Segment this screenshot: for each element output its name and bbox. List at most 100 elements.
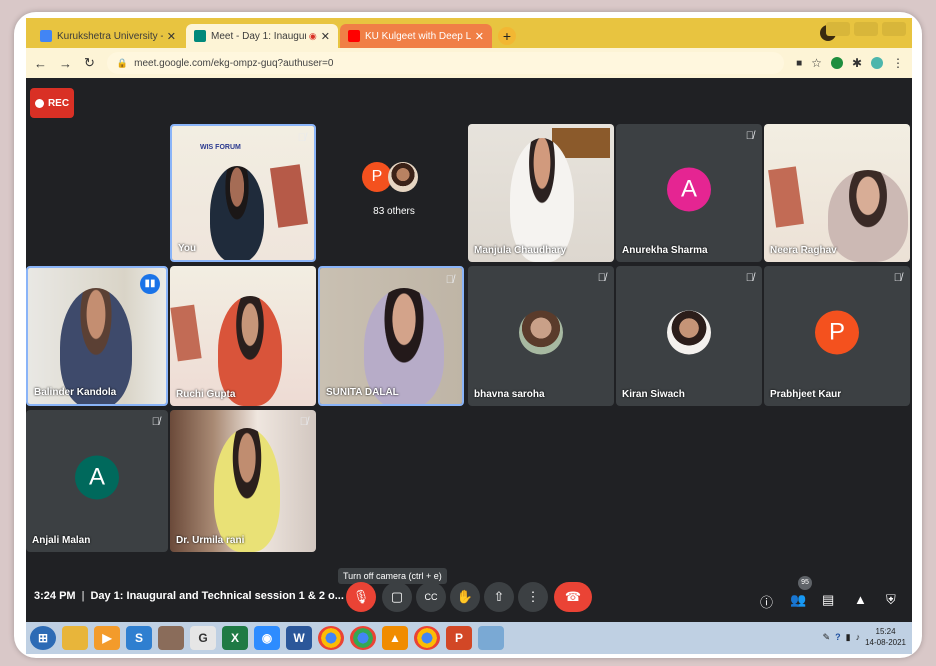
minimize-button[interactable] <box>826 22 850 36</box>
profile-photo-avatar <box>519 310 563 355</box>
powerpoint-icon[interactable]: P <box>446 626 472 650</box>
record-icon <box>34 98 44 108</box>
app-icon[interactable] <box>478 626 504 650</box>
vlc-icon[interactable]: ▲ <box>382 626 408 650</box>
app-icon[interactable]: S <box>126 626 152 650</box>
meet-icon <box>194 30 206 42</box>
calendar-icon <box>40 30 52 42</box>
mic-off-icon: 🎙̸ <box>297 132 306 144</box>
participant-video <box>828 170 908 262</box>
meeting-title: Day 1: Inaugural and Technical session 1… <box>90 590 344 602</box>
initial-avatar: A <box>75 455 119 500</box>
lock-icon: 🔒 <box>116 57 129 68</box>
excel-icon[interactable]: X <box>222 626 248 650</box>
taskbar-clock[interactable]: 15:24 14-08-2021 <box>865 626 906 648</box>
meeting-info: 3:24 PM | Day 1: Inaugural and Technical s… <box>34 590 344 602</box>
chat-icon[interactable]: ▤ <box>822 592 834 608</box>
chrome-icon[interactable] <box>350 626 376 650</box>
participant-tile-ruchi[interactable]: Ruchi Gupta <box>170 266 316 406</box>
mic-off-icon: 🎙̸ <box>745 130 754 142</box>
participant-video <box>510 138 574 262</box>
start-button[interactable]: ⊞ <box>30 626 56 650</box>
word-icon[interactable]: W <box>286 626 312 650</box>
zoom-icon[interactable]: ◉ <box>254 626 280 650</box>
host-controls-icon[interactable]: ⛨ <box>886 592 896 608</box>
file-explorer-icon[interactable] <box>62 626 88 650</box>
chrome-icon[interactable] <box>414 626 440 650</box>
others-tile[interactable]: P 83 others <box>328 126 460 262</box>
raise-hand-button[interactable]: ✋ <box>450 582 480 612</box>
participant-tile-you[interactable]: WIS FORUM 🎙̸ You <box>170 124 316 262</box>
leave-call-button[interactable]: ☎ <box>554 582 592 612</box>
participant-video <box>210 166 264 260</box>
slide-forum-text: WIS FORUM <box>200 144 241 151</box>
camera-indicator-icon[interactable]: ■ <box>796 58 802 69</box>
participant-tile-manjula[interactable]: Manjula Chaudhary <box>468 124 614 262</box>
back-icon[interactable]: ← <box>34 56 47 71</box>
close-window-button[interactable] <box>882 22 906 36</box>
puzzle-icon[interactable]: ✱ <box>852 56 862 70</box>
network-icon[interactable]: ▮ <box>846 632 851 643</box>
volume-icon[interactable]: ♪ <box>856 632 861 642</box>
participant-tile-neera[interactable]: Neera Raghav <box>764 124 910 262</box>
close-tab-icon[interactable]: ✕ <box>321 30 330 43</box>
participant-tile-sunita[interactable]: 🎙̸ SUNITA DALAL <box>318 266 464 406</box>
tab-title: Meet - Day 1: Inaugural and <box>211 30 306 42</box>
tab-calendar[interactable]: Kurukshetra University - Calenda ✕ <box>32 24 184 48</box>
participant-name: You <box>178 243 197 254</box>
participant-tile-prabhjeet[interactable]: P 🎙̸ Prabhjeet Kaur <box>764 266 910 406</box>
participant-name: bhavna saroha <box>474 389 545 400</box>
maximize-button[interactable] <box>854 22 878 36</box>
meeting-details-icon[interactable]: ⓘ <box>760 592 773 611</box>
more-options-button[interactable]: ⋮ <box>518 582 548 612</box>
initial-avatar: A <box>667 167 711 212</box>
participant-tile-anjali[interactable]: A 🎙̸ Anjali Malan <box>26 410 168 552</box>
pen-icon[interactable]: ✎ <box>823 632 831 643</box>
help-icon[interactable]: ? <box>835 632 841 642</box>
extension-icon[interactable] <box>830 57 843 69</box>
new-tab-button[interactable]: + <box>498 27 516 45</box>
mic-off-icon: 🎙̸ <box>445 274 454 286</box>
reload-icon[interactable]: ↻ <box>84 55 95 71</box>
close-tab-icon[interactable]: ✕ <box>167 30 176 43</box>
participant-tile-bhavna[interactable]: 🎙̸ bhavna saroha <box>468 266 614 406</box>
youtube-icon <box>348 30 360 42</box>
paint-icon[interactable] <box>158 626 184 650</box>
participant-tile-balinder[interactable]: ▮▮ Balinder Kandola <box>26 266 168 406</box>
window-controls <box>826 22 906 36</box>
mic-off-icon: 🎙̸ <box>299 416 308 428</box>
present-screen-button[interactable]: ⇧ <box>484 582 514 612</box>
participant-name: Anjali Malan <box>32 535 91 546</box>
extensions-area: ■ ☆ ✱ ⋮ <box>796 56 904 70</box>
url-field[interactable]: 🔒 meet.google.com/ekg-ompz-guq?authuser=… <box>106 52 785 74</box>
tab-meet[interactable]: Meet - Day 1: Inaugural and ◉ ✕ <box>186 24 338 48</box>
participant-count-badge: 95 <box>798 576 812 590</box>
recording-badge: REC <box>30 88 74 118</box>
menu-kebab-icon[interactable]: ⋮ <box>892 56 904 70</box>
close-tab-icon[interactable]: ✕ <box>475 30 484 43</box>
participant-name: Dr. Urmila rani <box>176 535 245 546</box>
chrome-icon[interactable] <box>318 626 344 650</box>
url-text: meet.google.com/ekg-ompz-guq?authuser=0 <box>134 57 334 69</box>
rec-label: REC <box>47 97 70 109</box>
tab-title: KU Kulgeet with Deep Lightning <box>365 30 471 42</box>
initial-avatar: P <box>815 310 859 355</box>
mic-off-icon: 🎙̸ <box>745 272 754 284</box>
microphone-toggle-button[interactable]: 🎙 <box>346 582 376 612</box>
camera-toggle-button[interactable]: ▢ <box>382 582 412 612</box>
media-player-icon[interactable]: ▶ <box>94 626 120 650</box>
bookmark-star-icon[interactable]: ☆ <box>811 56 822 70</box>
participant-tile-kiran[interactable]: 🎙̸ Kiran Siwach <box>616 266 762 406</box>
participant-name: Ruchi Gupta <box>176 389 236 400</box>
participant-tile-anurekha[interactable]: A 🎙̸ Anurekha Sharma <box>616 124 762 262</box>
captions-button[interactable]: CC <box>416 582 446 612</box>
grammarly-icon[interactable]: G <box>190 626 216 650</box>
participant-name: Neera Raghav <box>770 245 837 256</box>
tab-youtube[interactable]: KU Kulgeet with Deep Lightning ✕ <box>340 24 492 48</box>
people-icon[interactable]: 👥 <box>790 592 806 608</box>
forward-icon[interactable]: → <box>59 56 72 71</box>
system-tray: ✎ ? ▮ ♪ 15:24 14-08-2021 <box>823 626 906 648</box>
profile-avatar[interactable] <box>871 57 883 69</box>
participant-tile-urmila[interactable]: 🎙̸ Dr. Urmila rani <box>170 410 316 552</box>
activities-icon[interactable]: ▲ <box>854 592 867 607</box>
